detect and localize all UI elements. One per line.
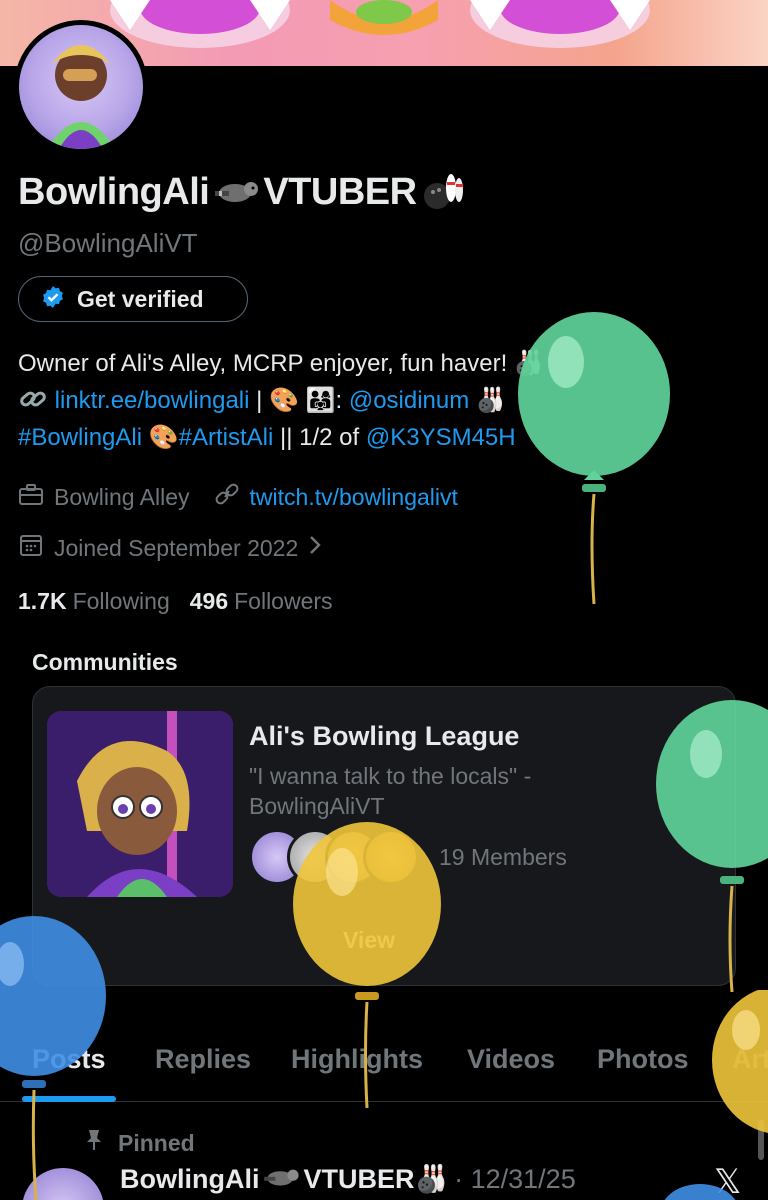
community-card[interactable]: Ali's Bowling League "I wanna talk to th…	[32, 686, 736, 986]
bowling-emoji: 🎳	[513, 350, 544, 377]
raccoon-emoji	[213, 175, 259, 210]
community-members-count: 19 Members	[439, 843, 567, 870]
get-verified-button[interactable]: Get verified	[18, 276, 248, 322]
tab-replies[interactable]: Replies	[155, 1044, 251, 1075]
bowling-emoji	[421, 170, 465, 215]
profile-website-link[interactable]: twitch.tv/bowlingalivt	[250, 484, 458, 511]
get-verified-label: Get verified	[77, 285, 204, 312]
bio-mention-osidinum[interactable]: @osidinum	[349, 387, 469, 414]
display-name: BowlingAli VTUBER	[18, 170, 465, 215]
tab-videos[interactable]: Videos	[467, 1044, 555, 1075]
post-author-name: BowlingAli	[120, 1163, 260, 1194]
x-logo-icon: 𝕏	[714, 1163, 742, 1200]
palette-icon: 🎨	[148, 424, 179, 451]
bio-line-2: linktr.ee/bowlingali | 🎨 👨‍👩‍👧: @osidinu…	[18, 382, 738, 419]
profile-joined-row[interactable]: Joined September 2022	[18, 532, 332, 564]
profile-avatar[interactable]	[14, 20, 148, 154]
post-date: · 12/31/25	[454, 1163, 576, 1194]
profile-handle: @BowlingAliVT	[18, 228, 198, 258]
member-avatar	[363, 829, 419, 885]
community-view-button[interactable]: View	[343, 927, 395, 954]
tab-posts[interactable]: Posts	[32, 1044, 106, 1075]
community-members: 19 Members	[249, 829, 567, 885]
display-name-suffix: VTUBER	[263, 171, 417, 213]
community-image	[47, 711, 233, 897]
palette-icon: 🎨	[269, 387, 299, 414]
verified-badge-icon	[41, 285, 65, 314]
post-author[interactable]: BowlingAli VTUBER 🎳 · 12/31/25	[120, 1163, 576, 1195]
link-icon	[18, 387, 55, 414]
family-icon: 👨‍👩‍👧	[305, 387, 336, 414]
link-icon	[214, 482, 250, 512]
profile-meta-row: Bowling Alley twitch.tv/bowlingalivt	[18, 482, 458, 512]
following-label: Following	[72, 588, 170, 614]
bio-between-text: || 1/2 of	[280, 424, 360, 451]
followers-label: Followers	[234, 588, 333, 614]
post-author-suffix: VTUBER	[303, 1163, 415, 1194]
bowling-emoji: 🎳	[475, 387, 506, 414]
followers-stat[interactable]: 496 Followers	[190, 588, 333, 615]
chevron-right-icon	[308, 534, 332, 562]
profile-joined: Joined September 2022	[54, 534, 299, 561]
following-stat[interactable]: 1.7K Following	[18, 588, 170, 615]
followers-count: 496	[189, 588, 229, 614]
tab-art[interactable]: Art	[732, 1044, 768, 1075]
profile-stats: 1.7K Following 496 Followers	[18, 588, 333, 615]
profile-tabs: Posts Replies Highlights Videos Photos A…	[0, 1040, 768, 1102]
bio-line-3: #BowlingAli 🎨#ArtistAli || 1/2 of @K3YSM…	[18, 419, 738, 456]
pinned-indicator: Pinned	[84, 1128, 195, 1158]
raccoon-emoji	[261, 1164, 301, 1195]
profile-category: Bowling Alley	[54, 483, 190, 510]
calendar-icon	[18, 532, 54, 564]
tab-highlights[interactable]: Highlights	[291, 1044, 423, 1075]
bowling-emoji: 🎳	[414, 1164, 449, 1194]
following-count: 1.7K	[18, 588, 67, 614]
tab-photos[interactable]: Photos	[597, 1044, 689, 1075]
communities-title: Communities	[32, 649, 178, 675]
bio-hashtag-artistali[interactable]: #ArtistAli	[179, 424, 274, 451]
scrollbar[interactable]	[758, 1120, 764, 1160]
post-author-avatar[interactable]	[22, 1168, 104, 1200]
profile-bio: Owner of Ali's Alley, MCRP enjoyer, fun …	[18, 345, 738, 456]
bio-hashtag-bowlingali[interactable]: #BowlingAli	[18, 424, 142, 451]
bio-separator: |	[256, 387, 263, 414]
bio-line-1: Owner of Ali's Alley, MCRP enjoyer, fun …	[18, 345, 738, 382]
active-tab-indicator	[22, 1096, 116, 1102]
bio-mention-k3ysm45h[interactable]: @K3YSM45H	[366, 424, 516, 451]
briefcase-icon	[18, 482, 54, 512]
bio-link[interactable]: linktr.ee/bowlingali	[55, 387, 250, 414]
pin-icon	[84, 1128, 118, 1158]
pinned-label: Pinned	[118, 1129, 195, 1156]
display-name-text: BowlingAli	[18, 171, 210, 213]
community-description: "I wanna talk to the locals" - BowlingAl…	[249, 763, 532, 819]
bio-text: Owner of Ali's Alley, MCRP enjoyer, fun …	[18, 350, 508, 377]
community-name: Ali's Bowling League	[249, 721, 520, 751]
